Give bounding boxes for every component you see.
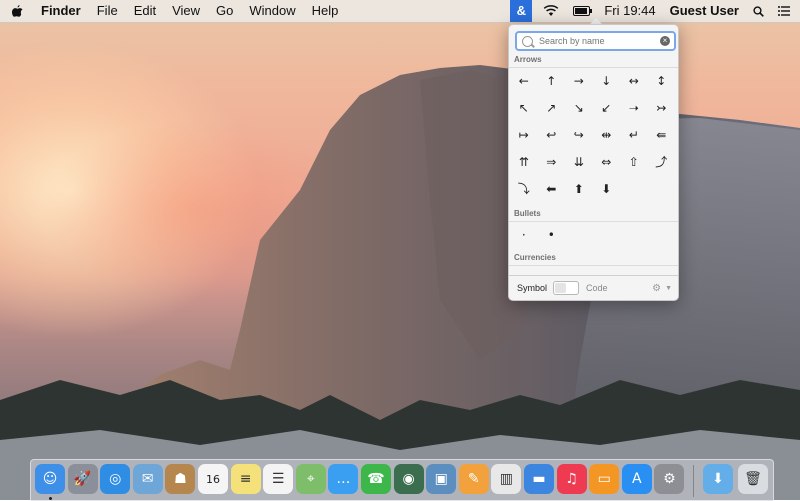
dock-contacts-icon[interactable]: ☗ bbox=[165, 464, 196, 494]
notification-center-icon[interactable] bbox=[771, 6, 800, 16]
popover-footer: Symbol Code ⚙ ▼ bbox=[509, 275, 678, 300]
dock-system-preferences-icon[interactable]: ⚙ bbox=[654, 464, 685, 494]
dock-maps-icon[interactable]: ⌖ bbox=[295, 464, 326, 494]
gear-icon[interactable]: ⚙ bbox=[652, 283, 661, 294]
character-cell[interactable]: ⬇ bbox=[593, 175, 621, 202]
character-viewer-popover: × Arrows ←↑→↓↔↕ ↖↗↘↙➝↣ ↦↩↪⇹↵⇚ ⇈⇒⇊⇔⇧⤴ ⤵⬅⬆⬇ Bu… bbox=[508, 24, 679, 301]
character-cell[interactable]: ← bbox=[510, 67, 538, 94]
dock-iphoto-icon[interactable]: ▣ bbox=[426, 464, 457, 494]
character-cell[interactable]: ↩ bbox=[538, 121, 566, 148]
section-title-bullets: Bullets bbox=[514, 209, 541, 218]
dock-calendar-icon[interactable]: 16 bbox=[198, 464, 228, 494]
menu-edit[interactable]: Edit bbox=[126, 0, 164, 22]
dock-downloads-icon[interactable]: ⬇ bbox=[703, 464, 733, 494]
character-cell[interactable]: ↵ bbox=[620, 121, 648, 148]
search-icon bbox=[522, 35, 533, 47]
dock-reminders-icon[interactable]: ☰ bbox=[263, 464, 294, 494]
dock-trash-icon[interactable]: 🗑 bbox=[738, 464, 768, 494]
menu-window[interactable]: Window bbox=[241, 0, 303, 22]
bullets-grid: · • bbox=[509, 221, 678, 248]
clock[interactable]: Fri 19:44 bbox=[597, 0, 662, 22]
dock-separator bbox=[693, 465, 694, 497]
chevron-down-icon[interactable]: ▼ bbox=[665, 285, 672, 292]
dock-safari-icon[interactable]: ◎ bbox=[100, 464, 131, 494]
character-cell[interactable]: ⇚ bbox=[648, 121, 676, 148]
character-cell[interactable]: ⬅ bbox=[538, 175, 566, 202]
character-cell[interactable]: ⇔ bbox=[593, 148, 621, 175]
character-cell[interactable]: ↓ bbox=[593, 67, 621, 94]
user-menu[interactable]: Guest User bbox=[663, 0, 746, 22]
dock-messages-icon[interactable]: … bbox=[328, 464, 359, 494]
dock-notes-icon[interactable]: ≡ bbox=[230, 464, 261, 494]
menu-view[interactable]: View bbox=[164, 0, 208, 22]
character-cell[interactable]: ↔ bbox=[620, 67, 648, 94]
dock-keynote-icon[interactable]: ▬ bbox=[524, 464, 554, 494]
character-cell[interactable]: ↦ bbox=[510, 121, 538, 148]
menu-file[interactable]: File bbox=[89, 0, 126, 22]
character-cell[interactable]: ➝ bbox=[620, 94, 648, 121]
spotlight-icon[interactable] bbox=[746, 5, 771, 17]
symbol-code-toggle[interactable] bbox=[553, 281, 580, 295]
character-cell[interactable]: ⬆ bbox=[565, 175, 593, 202]
character-cell[interactable]: ⇊ bbox=[565, 148, 593, 175]
character-cell[interactable]: ⤴ bbox=[648, 148, 676, 175]
character-cell[interactable]: → bbox=[565, 67, 593, 94]
dock-finder-icon[interactable]: ☺ bbox=[35, 464, 65, 494]
character-cell[interactable]: ↗ bbox=[538, 94, 566, 121]
menu-help[interactable]: Help bbox=[304, 0, 347, 22]
apple-icon[interactable] bbox=[0, 4, 33, 18]
character-cell[interactable]: ↣ bbox=[648, 94, 676, 121]
search-field[interactable]: × bbox=[515, 31, 676, 51]
search-input[interactable] bbox=[539, 36, 659, 46]
character-cell[interactable]: ⇈ bbox=[510, 148, 538, 175]
character-viewer-menu-button[interactable]: & bbox=[510, 0, 533, 22]
character-cell[interactable]: ⇒ bbox=[538, 148, 566, 175]
dock-ibooks-icon[interactable]: ▭ bbox=[589, 464, 620, 494]
character-cell[interactable]: ↘ bbox=[565, 94, 593, 121]
section-divider bbox=[509, 265, 678, 266]
section-title-arrows: Arrows bbox=[514, 55, 542, 64]
menu-go[interactable]: Go bbox=[208, 0, 241, 22]
battery-icon[interactable] bbox=[566, 6, 597, 16]
dock-launchpad-icon[interactable]: 🚀 bbox=[67, 464, 98, 494]
wallpaper-mountain bbox=[0, 65, 800, 500]
menu-bar: Finder File Edit View Go Window Help & F… bbox=[0, 0, 800, 23]
character-cell[interactable]: ↙ bbox=[593, 94, 621, 121]
character-cell[interactable]: ⇧ bbox=[620, 148, 648, 175]
character-cell[interactable]: ↪ bbox=[565, 121, 593, 148]
section-title-currencies: Currencies bbox=[514, 253, 556, 262]
dock-photo-booth-icon[interactable]: ◉ bbox=[393, 464, 424, 494]
dock: ☺ 🚀 ◎ ✉ ☗ 16 ≡ ☰ ⌖… ☎ ◉ ▣ ✎ ▥ ▬ ♫ ▭ A ⚙ ⬇ 🗑 bbox=[30, 459, 774, 501]
dock-itunes-icon[interactable]: ♫ bbox=[556, 464, 587, 494]
arrows-grid: ← ↑ → ↓ ↔ ↕ ↖ ↗ ↘ ↙ ➝ ↣ ↦ ↩ ↪ ⇹ ↵ ⇚ ⇈ ⇒ ⇊ ⇔ ⇧ ⤴ ⤵ ⬅ ⬆ ⬇ bbox=[509, 67, 678, 202]
dock-mail-icon[interactable]: ✉ bbox=[132, 464, 163, 494]
character-cell[interactable]: ↕ bbox=[648, 67, 676, 94]
symbol-label: Symbol bbox=[517, 283, 548, 293]
desktop-wallpaper bbox=[0, 0, 800, 500]
dock-pages-icon[interactable]: ✎ bbox=[458, 464, 489, 494]
menu-finder[interactable]: Finder bbox=[33, 0, 89, 22]
dock-numbers-icon[interactable]: ▥ bbox=[491, 464, 522, 494]
wifi-icon[interactable] bbox=[536, 5, 566, 17]
clear-search-icon[interactable]: × bbox=[660, 36, 670, 46]
dock-app-store-icon[interactable]: A bbox=[621, 464, 652, 494]
character-cell[interactable]: ⇹ bbox=[593, 121, 621, 148]
character-cell[interactable]: ↑ bbox=[538, 67, 566, 94]
character-cell[interactable]: ↖ bbox=[510, 94, 538, 121]
dock-facetime-icon[interactable]: ☎ bbox=[361, 464, 391, 494]
character-cell[interactable]: · bbox=[510, 221, 538, 248]
code-label: Code bbox=[586, 283, 608, 293]
character-cell[interactable]: • bbox=[538, 221, 566, 248]
character-cell[interactable]: ⤵ bbox=[510, 175, 538, 202]
